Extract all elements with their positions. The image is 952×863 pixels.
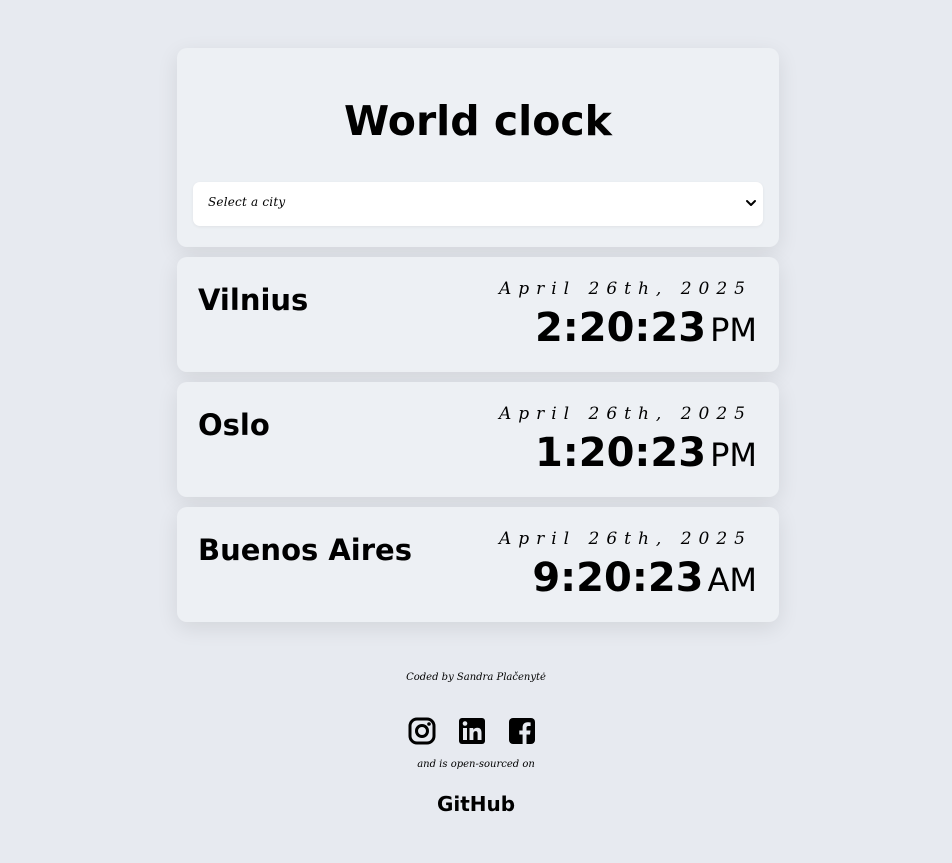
city-time-ampm: PM: [710, 311, 757, 349]
city-select-value: Select a city: [208, 195, 286, 209]
footer-credit: Coded by Sandra Plačenytė: [406, 672, 546, 683]
city-date: April 26th, 2025: [498, 404, 752, 424]
city-time-ampm: AM: [707, 561, 758, 599]
city-date: April 26th, 2025: [498, 279, 752, 299]
city-time: 9:20:23 AM: [532, 554, 757, 604]
city-select[interactable]: Select a city: [193, 182, 763, 226]
city-name: Buenos Aires: [198, 533, 412, 567]
facebook-icon[interactable]: [508, 717, 536, 745]
linkedin-icon[interactable]: [458, 717, 486, 745]
city-time: 1:20:23 PM: [535, 429, 757, 479]
city-name: Oslo: [198, 408, 270, 442]
city-date: April 26th, 2025: [498, 529, 752, 549]
city-time-value: 2:20:23: [534, 305, 707, 351]
github-link[interactable]: GitHub: [0, 792, 952, 816]
open-source-text: and is open-sourced on: [417, 759, 535, 770]
city-card-oslo: Oslo April 26th, 2025 1:20:23 PM: [177, 382, 779, 497]
page: World clock Select a city Vilnius April …: [0, 0, 952, 863]
city-card-buenos-aires: Buenos Aires April 26th, 2025 9:20:23 AM: [177, 507, 779, 622]
city-time: 2:20:23 PM: [535, 304, 757, 354]
city-time-ampm: PM: [710, 436, 757, 474]
city-time-value: 9:20:23: [532, 555, 704, 601]
city-time-value: 1:20:23: [534, 430, 707, 476]
city-name: Vilnius: [198, 283, 309, 317]
chevron-down-icon: [746, 200, 756, 206]
instagram-icon[interactable]: [408, 717, 436, 745]
social-links: [408, 717, 544, 747]
page-title: World clock: [344, 97, 612, 145]
city-card-vilnius: Vilnius April 26th, 2025 2:20:23 PM: [177, 257, 779, 372]
